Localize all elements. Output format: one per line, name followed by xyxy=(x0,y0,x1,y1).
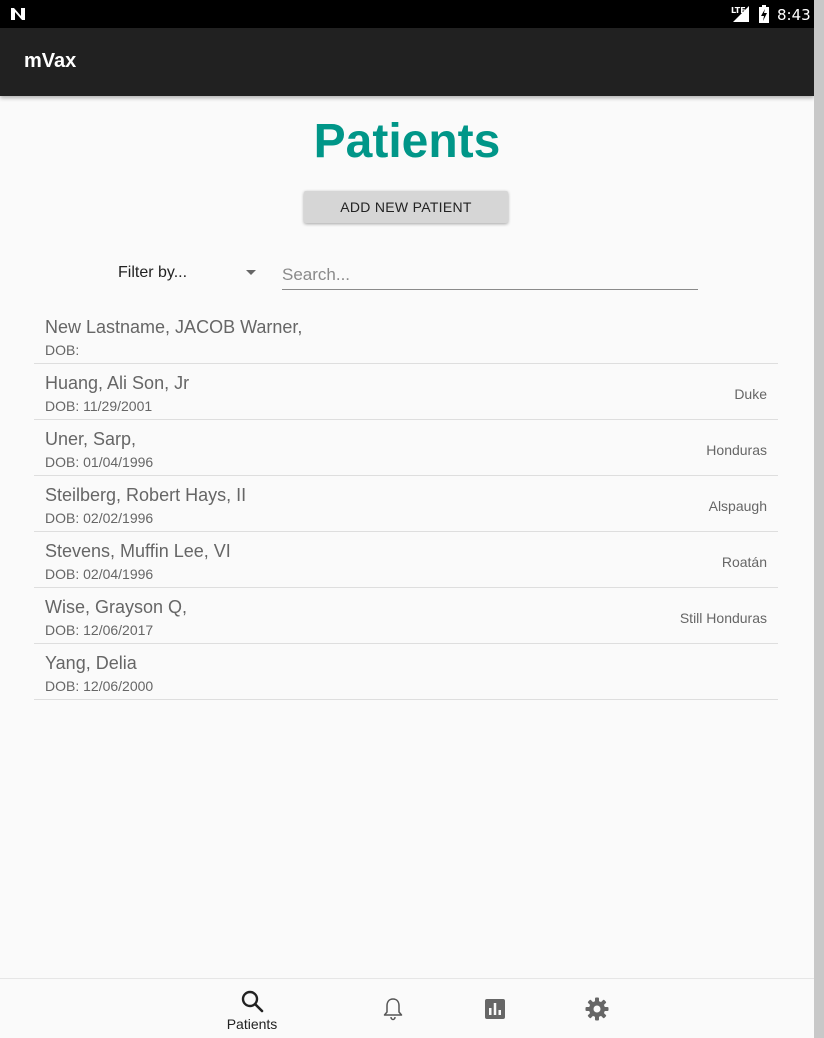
patient-dob: DOB: 11/29/2001 xyxy=(45,398,153,414)
patient-name: Steilberg, Robert Hays, II xyxy=(45,485,247,505)
patient-dob: DOB: 12/06/2017 xyxy=(45,622,154,638)
patient-row[interactable]: Yang, Delia DOB: 12/06/2000 xyxy=(34,644,778,700)
nav-settings[interactable] xyxy=(557,979,637,1038)
patient-location: Still Honduras xyxy=(679,610,767,626)
nav-patients-label: Patients xyxy=(226,1016,278,1032)
patient-name: Huang, Ali Son, Jr xyxy=(45,373,190,393)
page-title: Patients xyxy=(313,115,501,168)
patient-row[interactable]: Uner, Sarp, DOB: 01/04/1996 Honduras xyxy=(34,420,778,476)
patient-name: New Lastname, JACOB Warner, xyxy=(45,317,303,337)
notification-n-icon xyxy=(11,8,25,20)
chart-icon xyxy=(485,999,505,1019)
add-new-patient-button[interactable]: ADD NEW PATIENT xyxy=(304,191,508,223)
patient-name: Uner, Sarp, xyxy=(45,429,137,449)
bell-icon xyxy=(383,998,403,1021)
search-input[interactable] xyxy=(282,260,698,290)
patient-row[interactable]: Wise, Grayson Q, DOB: 12/06/2017 Still H… xyxy=(34,588,778,644)
patient-location: Duke xyxy=(734,386,767,402)
nav-patients[interactable]: Patients xyxy=(212,979,292,1038)
patient-dob: DOB: 02/04/1996 xyxy=(45,566,154,582)
patient-location: Roatán xyxy=(721,554,767,570)
patient-name: Wise, Grayson Q, xyxy=(45,597,188,617)
nav-notifications[interactable] xyxy=(353,979,433,1038)
patient-dob: DOB: 02/02/1996 xyxy=(45,510,154,526)
patient-location: Honduras xyxy=(706,442,767,458)
patient-row[interactable]: Stevens, Muffin Lee, VI DOB: 02/04/1996 … xyxy=(34,532,778,588)
search-icon xyxy=(241,990,264,1013)
patient-dob: DOB: 01/04/1996 xyxy=(45,454,154,470)
patient-row[interactable]: Huang, Ali Son, Jr DOB: 11/29/2001 Duke xyxy=(34,364,778,420)
signal-icon xyxy=(733,6,749,22)
bottom-navigation: Patients xyxy=(0,978,814,1038)
app-title: mVax xyxy=(24,50,77,72)
dropdown-arrow-icon xyxy=(246,270,256,275)
patient-name: Yang, Delia xyxy=(45,653,137,673)
status-bar: LTE 8:43 xyxy=(0,0,814,28)
patient-row[interactable]: Steilberg, Robert Hays, II DOB: 02/02/19… xyxy=(34,476,778,532)
patient-list: New Lastname, JACOB Warner, DOB: Huang, … xyxy=(34,308,778,700)
filter-selected-label: Filter by... xyxy=(118,264,188,281)
patient-location: Alspaugh xyxy=(708,498,767,514)
status-time: 8:43 xyxy=(777,6,811,24)
patient-name: Stevens, Muffin Lee, VI xyxy=(45,541,231,561)
filter-dropdown[interactable]: Filter by... xyxy=(118,262,263,286)
patient-dob: DOB: xyxy=(45,342,80,358)
patient-dob: DOB: 12/06/2000 xyxy=(45,678,154,694)
gear-icon xyxy=(585,997,609,1021)
device-screen: LTE 8:43 mVax Patients ADD NEW PATIENT F… xyxy=(0,0,814,1038)
battery-charging-icon xyxy=(759,5,769,23)
app-bar: mVax xyxy=(0,28,814,96)
nav-statistics[interactable] xyxy=(455,979,535,1038)
patient-row[interactable]: New Lastname, JACOB Warner, DOB: xyxy=(34,308,778,364)
background-window-edge xyxy=(814,0,824,1038)
